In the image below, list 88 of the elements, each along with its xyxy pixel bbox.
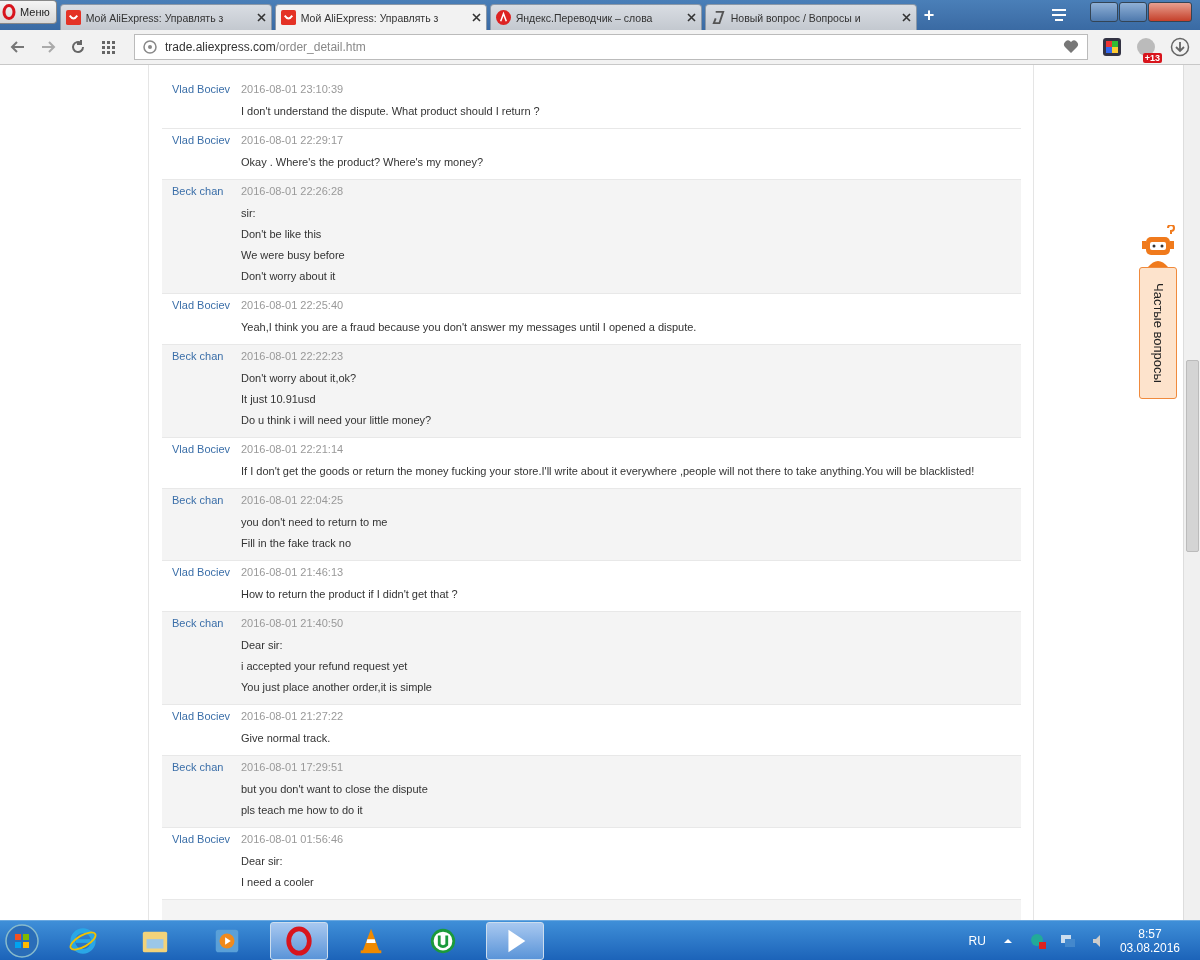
browser-tab[interactable]: Мой AliExpress: Управлять з <box>274 4 487 30</box>
message-text: sir: <box>241 207 257 221</box>
letter-icon <box>710 10 726 25</box>
author-link[interactable]: Vlad Bociev <box>172 134 241 177</box>
back-icon[interactable] <box>10 39 26 55</box>
author-link[interactable]: Beck chan <box>172 617 241 702</box>
browser-tab[interactable]: Яндекс.Переводчик – слова <box>489 4 702 30</box>
message-text: Fill in the fake track no <box>241 537 353 551</box>
tab-title: Яндекс.Переводчик – слова <box>515 11 654 24</box>
taskbar-app[interactable] <box>270 922 328 960</box>
message-text: We were busy before <box>241 249 345 263</box>
message-time: 2016-08-01 22:25:40 <box>241 299 345 313</box>
message-text: If I don't get the goods or return the money fucking your store.I'll write about it everywhere ,people will not there to take anything.You will be blacklisted! <box>241 465 975 479</box>
translate-icon <box>495 10 511 25</box>
restore-button[interactable] <box>1119 2 1147 22</box>
message-time: 2016-08-01 17:29:51 <box>241 761 345 775</box>
letter-mu-icon[interactable] <box>428 926 458 956</box>
message-text: Don't worry about it,ok? <box>241 372 358 386</box>
message-text: pls teach me how to do it <box>241 804 364 818</box>
message-time: 2016-08-01 21:46:13 <box>241 566 345 580</box>
close-icon[interactable] <box>686 13 696 22</box>
message-time: 2016-08-01 22:22:23 <box>241 350 345 364</box>
letter-o-icon[interactable] <box>284 926 314 956</box>
message-text: Don't worry about it <box>241 270 337 284</box>
close-icon[interactable] <box>471 13 481 22</box>
message-time: 2016-08-01 23:10:39 <box>241 83 345 97</box>
taskbar-app[interactable] <box>486 922 544 960</box>
faq-button[interactable]: Частые вопросы <box>1139 267 1177 399</box>
clock[interactable]: 8:57 03.08.2016 <box>1119 927 1180 955</box>
new-tab-button[interactable]: + <box>923 5 935 26</box>
message-text: Dear sir: <box>241 639 284 653</box>
message-text: Give normal track. <box>241 732 332 746</box>
notification-badge: +13 <box>1142 53 1162 63</box>
message-time: 2016-08-01 21:40:50 <box>241 617 345 631</box>
grid-icon[interactable] <box>100 39 116 55</box>
message-text: Yeah,I think you are a fraud because you don't answer my messages until I opened a dispute. <box>241 321 697 335</box>
message-time: 2016-08-01 22:04:25 <box>241 494 345 508</box>
author-link[interactable]: Vlad Bociev <box>172 566 241 609</box>
minimize-button[interactable] <box>1090 2 1118 22</box>
close-icon[interactable] <box>901 13 911 22</box>
author-link[interactable]: Vlad Bociev <box>172 833 241 897</box>
start-button[interactable] <box>4 923 40 959</box>
author-link[interactable]: Beck chan <box>172 494 241 558</box>
tab-title: Мой AliExpress: Управлять з <box>85 11 225 24</box>
extension-icon[interactable] <box>1102 37 1122 57</box>
message-time: 2016-08-01 21:27:22 <box>241 710 344 724</box>
message-text: but you don't want to close the dispute <box>241 783 428 797</box>
message-text: I don't understand the dispute. What product should I return ? <box>241 105 540 119</box>
address-field[interactable]: trade.aliexpress.com/order_detail.htm <box>134 34 1088 60</box>
author-link[interactable]: Beck chan <box>172 761 241 825</box>
download-icon[interactable] <box>1170 37 1190 57</box>
shopping-bag-icon <box>280 10 296 25</box>
letter-o-icon <box>2 4 16 20</box>
message-text: How to return the product if I didn't get that ? <box>241 588 458 602</box>
close-icon[interactable] <box>256 13 266 22</box>
author-link[interactable]: Vlad Bociev <box>172 299 241 342</box>
close-button[interactable] <box>1148 2 1192 22</box>
message-text: I need a cooler <box>241 876 315 890</box>
message-text: Do u think i will need your little money? <box>241 414 432 428</box>
shopping-bag-icon <box>65 10 81 25</box>
message-text: It just 10.91usd <box>241 393 317 407</box>
message-time: 2016-08-01 22:21:14 <box>241 443 345 457</box>
menu-button[interactable]: Меню <box>0 0 57 24</box>
message-text: Dear sir: <box>241 855 284 869</box>
language-indicator[interactable]: RU <box>968 934 986 948</box>
message-text: Okay . Where's the product? Where's my money? <box>241 156 484 170</box>
message-text: Don't be like this <box>241 228 323 242</box>
author-link[interactable]: Vlad Bociev <box>172 443 241 486</box>
author-link[interactable]: Vlad Bociev <box>172 710 241 753</box>
message-time: 2016-08-01 22:29:17 <box>241 134 345 148</box>
message-text: you don't need to return to me <box>241 516 388 530</box>
message-text: You just place another order,it is simple <box>241 681 432 695</box>
heart-icon[interactable] <box>1063 40 1079 54</box>
menu-icon[interactable] <box>1051 8 1067 22</box>
tab-title: Мой AliExpress: Управлять з <box>300 11 440 24</box>
browser-e-icon[interactable] <box>68 926 98 956</box>
scrollbar[interactable] <box>1183 65 1200 920</box>
tab-title: Новый вопрос / Вопросы и <box>730 11 862 24</box>
browser-tab[interactable]: Новый вопрос / Вопросы и <box>704 4 917 30</box>
network-icon[interactable] <box>1059 933 1076 949</box>
message-time: 2016-08-01 01:56:46 <box>241 833 344 847</box>
author-link[interactable]: Beck chan <box>172 350 241 435</box>
author-link[interactable]: Beck chan <box>172 185 241 291</box>
author-link[interactable]: Vlad Bociev <box>172 83 241 126</box>
reload-icon[interactable] <box>70 39 86 55</box>
browser-tab[interactable]: Мой AliExpress: Управлять з <box>59 4 272 30</box>
message-time: 2016-08-01 22:26:28 <box>241 185 345 199</box>
message-text: i accepted your refund request yet <box>241 660 409 674</box>
